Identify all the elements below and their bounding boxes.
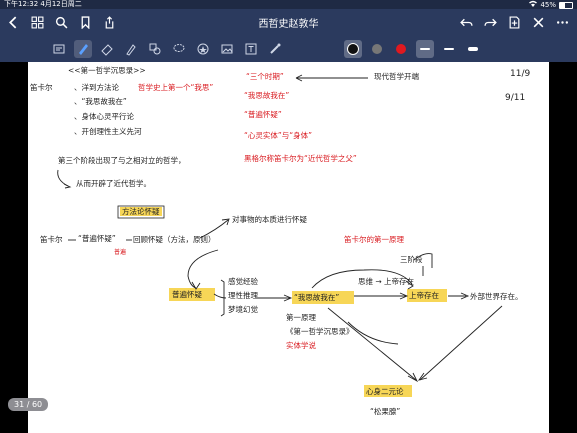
bullet-1: 第一原理: [286, 312, 316, 322]
nav-right-group: [459, 14, 569, 30]
dualism-label: 心身二元论: [366, 386, 404, 396]
left-point-2: 、“我思故我在”: [74, 96, 127, 106]
red-note-1: 哲学史上第一个“我思”: [138, 82, 213, 92]
center-mid-2: 回顾怀疑（方法，原则）: [133, 234, 216, 244]
right-note: 现代哲学开端: [374, 71, 419, 81]
image-tool-icon[interactable]: [218, 40, 236, 58]
center-top: 对事物的本质进行怀疑: [232, 214, 307, 224]
color-red-swatch[interactable]: [392, 40, 410, 58]
red-extra: 黑格尔称笛卡尔为“近代哲学之父”: [244, 153, 357, 163]
red-top-right: 笛卡尔的第一原理: [344, 234, 404, 244]
red-list-4: “心灵实体”与“身体”: [244, 130, 312, 140]
redo-icon[interactable]: [483, 14, 497, 30]
shape-tool-icon[interactable]: [146, 40, 164, 58]
red-list-1: “三个时期”: [246, 71, 284, 81]
left-point-3: 、身体心灵平行论: [74, 111, 134, 121]
more-icon[interactable]: [555, 14, 569, 30]
add-page-icon[interactable]: [507, 14, 521, 30]
sticker-tool-icon[interactable]: [194, 40, 212, 58]
bullet-3: 实体学说: [286, 340, 316, 350]
red-list-3: “普遍怀疑”: [244, 109, 282, 119]
red-list-2: “我思故我在”: [244, 90, 289, 100]
mid-line-1: 第三个阶段出现了与之相对立的哲学，: [58, 155, 186, 165]
left-point-1: 、洋到方法论: [74, 82, 119, 92]
handwriting-canvas: <<第一哲学沉思录>> 笛卡尔 、洋到方法论 、“我思故我在” 、身体心灵平行论…: [30, 65, 530, 416]
date-2: 9/11: [505, 93, 525, 103]
laser-pointer-icon[interactable]: [266, 40, 284, 58]
bullet-2: 《第一哲学沉思录》: [286, 326, 354, 336]
status-bar: 下午12:32 4月12日周二 45%: [0, 0, 577, 9]
three-stages: 三阶段: [400, 254, 423, 264]
undo-icon[interactable]: [459, 14, 473, 30]
reading-mode-icon[interactable]: [50, 40, 68, 58]
center-left: 笛卡尔: [40, 234, 63, 244]
highlighter-tool-icon[interactable]: [122, 40, 140, 58]
battery-icon: [559, 1, 573, 9]
mid-line-2: 从而开辟了近代哲学。: [76, 178, 151, 188]
pen-tool-icon[interactable]: [74, 40, 92, 58]
notebook-page[interactable]: <<第一哲学沉思录>> 笛卡尔 、洋到方法论 、“我思故我在” 、身体心灵平行论…: [28, 62, 549, 433]
text-tool-icon[interactable]: [242, 40, 260, 58]
eraser-tool-icon[interactable]: [98, 40, 116, 58]
status-time: 下午12:32 4月12日周二: [4, 0, 82, 8]
tool-group: [50, 40, 284, 58]
date-1: 11/9: [510, 69, 530, 79]
left-topic: 笛卡尔: [30, 82, 53, 92]
doubt-label: 普遍怀疑: [172, 289, 202, 299]
boxed-label: 方法论怀疑: [122, 206, 160, 216]
god-label: 上帝存在: [409, 290, 439, 300]
left-point-4: 、开创理性主义先河: [74, 126, 142, 136]
side-item-3: 梦境幻觉: [228, 304, 258, 314]
thickness-medium-option[interactable]: [440, 40, 458, 58]
navigation-bar: 西哲史赵敦华: [0, 9, 577, 36]
side-item-2: 理性推理: [228, 290, 258, 300]
thickness-thin-option[interactable]: [416, 40, 434, 58]
page-indicator: 31 / 60: [8, 398, 49, 411]
color-gray-swatch[interactable]: [368, 40, 386, 58]
color-and-size-group: [344, 40, 482, 58]
red-small-note: 普遍: [114, 248, 126, 256]
chain-end: 外部世界存在。: [470, 291, 523, 301]
bottom-quote: “松果腺”: [370, 406, 400, 416]
center-mid: “普遍怀疑”: [78, 233, 116, 243]
drawing-toolbar: [0, 36, 577, 62]
close-icon[interactable]: [531, 14, 545, 30]
color-black-swatch[interactable]: [344, 40, 362, 58]
side-item-1: 感觉经验: [228, 276, 258, 286]
top-heading: <<第一哲学沉思录>>: [68, 65, 146, 75]
cogito-label: “我思故我在”: [294, 292, 339, 302]
thickness-thick-option[interactable]: [464, 40, 482, 58]
lasso-tool-icon[interactable]: [170, 40, 188, 58]
